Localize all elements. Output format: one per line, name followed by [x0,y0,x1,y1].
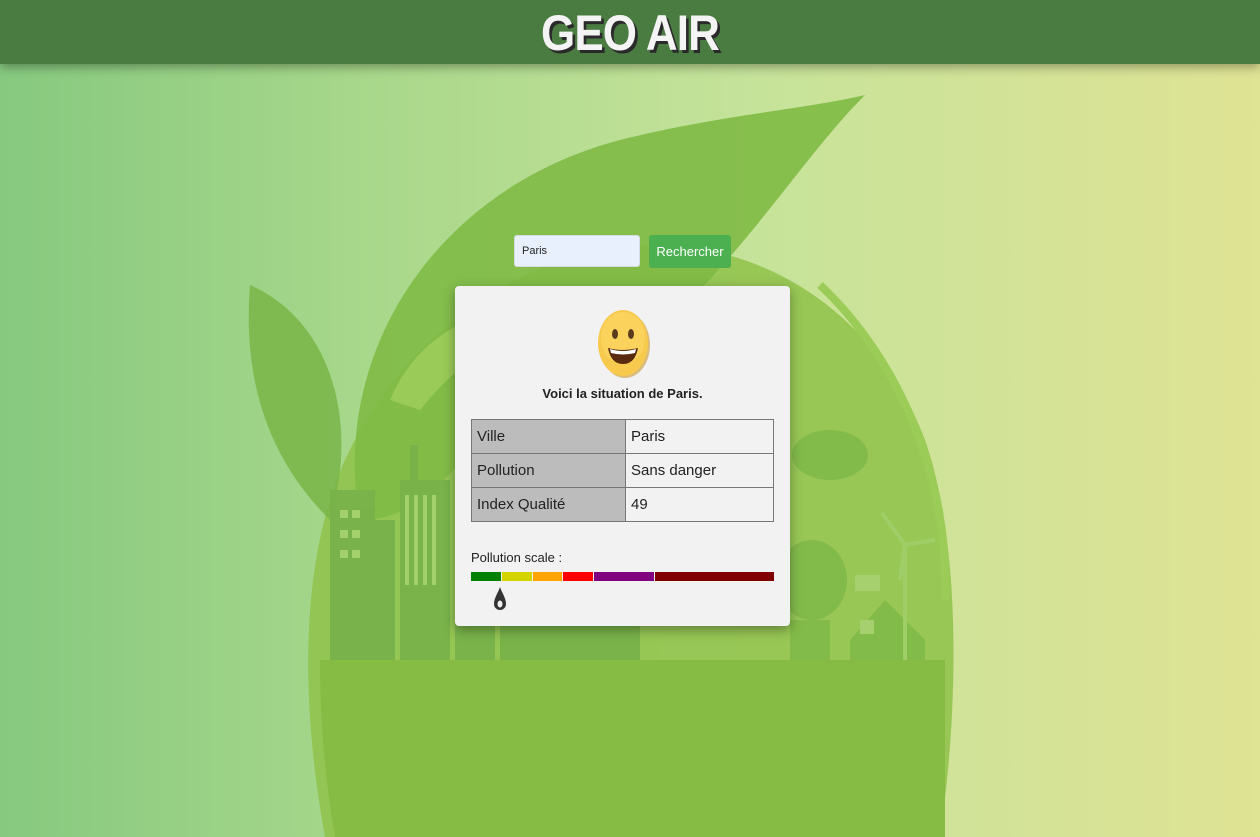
scale-segment [563,572,594,581]
scale-segment [594,572,654,581]
situation-message: Voici la situation de Paris. [542,386,703,401]
search-button[interactable]: Rechercher [649,235,731,268]
table-row: Pollution Sans danger [471,453,774,488]
row-value: Sans danger [625,453,774,488]
scale-segment [501,572,532,581]
table-row: Ville Paris [471,419,774,454]
pollution-scale-bar [471,572,774,581]
pollution-scale-label: Pollution scale : [471,550,563,565]
scale-segment [471,572,501,581]
row-label: Pollution [471,453,626,488]
row-label: Ville [471,419,626,454]
row-value: 49 [625,487,774,522]
air-quality-table: Ville Paris Pollution Sans danger Index … [471,419,774,522]
app-title: GEO AIR [540,5,720,61]
grinning-face-icon [598,310,650,378]
scale-segment [532,572,563,581]
droplet-icon [494,587,507,610]
scale-segment [654,572,774,581]
row-label: Index Qualité [471,487,626,522]
result-card: Voici la situation de Paris. Ville Paris… [455,286,790,626]
table-row: Index Qualité 49 [471,487,774,522]
app-header: GEO AIR [0,0,1260,64]
city-search-input[interactable] [514,235,640,267]
row-value: Paris [625,419,774,454]
